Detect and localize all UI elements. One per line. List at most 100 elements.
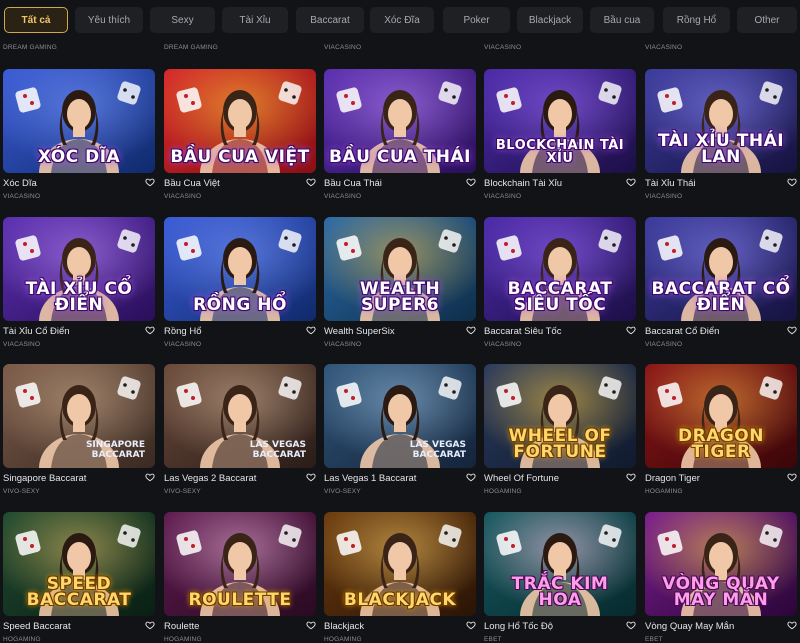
game-card[interactable]: Wealth Super6 Wealth SuperSix VIACASINO [324, 217, 476, 357]
game-thumbnail[interactable]: Baccarat Siêu Tốc [484, 217, 636, 321]
game-thumbnail[interactable]: Speed Baccarat [3, 512, 155, 616]
game-card[interactable]: Dragon Tiger Dragon Tiger HOGAMING [645, 364, 797, 504]
heart-outline-icon[interactable] [787, 177, 797, 187]
game-name[interactable]: Tài Xỉu Thái [645, 178, 775, 189]
game-thumbnail[interactable]: Blockchain Tài Xỉu [484, 69, 636, 173]
heart-outline-icon[interactable] [306, 472, 316, 482]
game-card[interactable]: Bầu Cua Việt Bầu Cua Việt VIACASINO [164, 69, 316, 209]
provider-label: VIVO-SEXY [164, 488, 201, 495]
heart-outline-icon[interactable] [306, 325, 316, 335]
game-card[interactable]: Rồng Hổ Rồng Hổ VIACASINO [164, 217, 316, 357]
tab-bầu-cua[interactable]: Bầu cua [590, 7, 654, 33]
tab-rồng-hổ[interactable]: Rồng Hổ [663, 7, 730, 33]
tab-blackjack[interactable]: Blackjack [517, 7, 583, 33]
game-name[interactable]: Singapore Baccarat [3, 473, 133, 484]
game-name[interactable]: Las Vegas 2 Baccarat [164, 473, 294, 484]
game-card[interactable]: Bầu Cua Thái Bầu Cua Thái VIACASINO [324, 69, 476, 209]
heart-outline-icon[interactable] [787, 472, 797, 482]
game-card[interactable]: Blackjack Blackjack HOGAMING [324, 512, 476, 643]
game-name[interactable]: Vòng Quay May Mắn [645, 621, 775, 632]
game-thumbnail[interactable]: Bầu Cua Việt [164, 69, 316, 173]
heart-outline-icon[interactable] [787, 325, 797, 335]
game-card[interactable]: Trắc Kim Hoa Long Hổ Tốc Độ EBET [484, 512, 636, 643]
heart-outline-icon[interactable] [787, 620, 797, 630]
game-card[interactable]: Xóc Dĩa Xóc Dĩa VIACASINO [3, 69, 155, 209]
thumbnail-title: Trắc Kim Hoa [511, 574, 609, 610]
game-name[interactable]: Blockchain Tài Xỉu [484, 178, 614, 189]
game-thumbnail[interactable]: Las Vegas Baccarat [324, 364, 476, 468]
game-thumbnail[interactable]: Wealth Super6 [324, 217, 476, 321]
heart-outline-icon[interactable] [626, 177, 636, 187]
heart-outline-icon[interactable] [145, 472, 155, 482]
heart-outline-icon[interactable] [306, 620, 316, 630]
game-thumbnail[interactable]: Baccarat Cổ Điển [645, 217, 797, 321]
thumbnail-title: Tài Xỉu Cổ Điển [25, 279, 133, 315]
game-name[interactable]: Bầu Cua Việt [164, 178, 294, 189]
tab-tài-xỉu[interactable]: Tài Xỉu [222, 7, 288, 33]
category-tabs: Tất cả Yêu thích Sexy Tài Xỉu Baccarat Xóc Đĩ… [0, 7, 800, 33]
game-name[interactable]: Dragon Tiger [645, 473, 775, 484]
heart-outline-icon[interactable] [626, 325, 636, 335]
tab-sexy[interactable]: Sexy [150, 7, 215, 33]
game-name[interactable]: Rồng Hổ [164, 326, 294, 337]
game-thumbnail[interactable]: Rồng Hổ [164, 217, 316, 321]
game-card[interactable]: Tài Xỉu Cổ Điển Tài Xỉu Cổ Điển VIACASINO [3, 217, 155, 357]
tab-xóc-đĩa[interactable]: Xóc Đĩa [370, 7, 434, 33]
game-thumbnail[interactable]: Roulette [164, 512, 316, 616]
game-thumbnail[interactable]: Tài Xỉu Cổ Điển [3, 217, 155, 321]
game-thumbnail[interactable]: Blackjack [324, 512, 476, 616]
heart-outline-icon[interactable] [145, 620, 155, 630]
game-name[interactable]: Bầu Cua Thái [324, 178, 454, 189]
game-name[interactable]: Tài Xỉu Cổ Điển [3, 326, 133, 337]
game-name[interactable]: Wheel Of Fortune [484, 473, 614, 484]
game-thumbnail[interactable]: Trắc Kim Hoa [484, 512, 636, 616]
game-card[interactable]: Tài Xỉu Thái Lan Tài Xỉu Thái VIACASINO [645, 69, 797, 209]
heart-outline-icon[interactable] [306, 177, 316, 187]
tab-baccarat[interactable]: Baccarat [296, 7, 364, 33]
game-name[interactable]: Blackjack [324, 621, 454, 632]
heart-outline-icon[interactable] [466, 472, 476, 482]
provider-label: VIACASINO [3, 341, 41, 348]
game-name[interactable]: Roulette [164, 621, 294, 632]
game-name[interactable]: Long Hổ Tốc Độ [484, 621, 614, 632]
game-card[interactable]: Singapore Baccarat Singapore Baccarat VIVO… [3, 364, 155, 504]
heart-outline-icon[interactable] [626, 472, 636, 482]
heart-outline-icon[interactable] [466, 177, 476, 187]
game-card[interactable]: Las Vegas Baccarat Las Vegas 1 Baccarat VI… [324, 364, 476, 504]
provider-label: VIACASINO [484, 193, 522, 200]
tab-poker[interactable]: Poker [443, 7, 510, 33]
game-thumbnail[interactable]: Singapore Baccarat [3, 364, 155, 468]
game-thumbnail[interactable]: Tài Xỉu Thái Lan [645, 69, 797, 173]
game-name[interactable]: Baccarat Siêu Tốc [484, 326, 614, 337]
heart-outline-icon[interactable] [145, 177, 155, 187]
game-name[interactable]: Las Vegas 1 Baccarat [324, 473, 454, 484]
game-card[interactable]: Las Vegas Baccarat Las Vegas 2 Baccarat VI… [164, 364, 316, 504]
heart-outline-icon[interactable] [466, 325, 476, 335]
game-name[interactable]: Speed Baccarat [3, 621, 133, 632]
game-card[interactable]: Vòng Quay May Mắn Vòng Quay May Mắn EBET [645, 512, 797, 643]
top-provider-row: DREAM GAMING DREAM GAMING VIACASINO VIACASI… [0, 44, 800, 54]
game-card[interactable]: Blockchain Tài Xỉu Blockchain Tài Xỉu VIAC… [484, 69, 636, 209]
game-card[interactable]: Baccarat Siêu Tốc Baccarat Siêu Tốc VIACAS… [484, 217, 636, 357]
game-thumbnail[interactable]: Vòng Quay May Mắn [645, 512, 797, 616]
tab-tất-cả[interactable]: Tất cả [4, 7, 68, 33]
game-card[interactable]: Wheel of Fortune Wheel Of Fortune HOGAMING [484, 364, 636, 504]
thumbnail-title: Roulette [188, 590, 292, 610]
heart-outline-icon[interactable] [466, 620, 476, 630]
game-thumbnail[interactable]: Las Vegas Baccarat [164, 364, 316, 468]
game-card[interactable]: Baccarat Cổ Điển Baccarat Cổ Điển VIACASIN… [645, 217, 797, 357]
game-name[interactable]: Wealth SuperSix [324, 326, 454, 337]
game-card[interactable]: Roulette Roulette HOGAMING [164, 512, 316, 643]
heart-outline-icon[interactable] [145, 325, 155, 335]
game-thumbnail[interactable]: Wheel of Fortune [484, 364, 636, 468]
game-card[interactable]: Speed Baccarat Speed Baccarat HOGAMING [3, 512, 155, 643]
game-thumbnail[interactable]: Xóc Dĩa [3, 69, 155, 173]
game-thumbnail[interactable]: Dragon Tiger [645, 364, 797, 468]
game-thumbnail[interactable]: Bầu Cua Thái [324, 69, 476, 173]
provider-label: DREAM GAMING [164, 44, 219, 51]
tab-yêu-thích[interactable]: Yêu thích [75, 7, 143, 33]
tab-other[interactable]: Other [737, 7, 797, 33]
heart-outline-icon[interactable] [626, 620, 636, 630]
game-name[interactable]: Xóc Dĩa [3, 178, 133, 189]
game-name[interactable]: Baccarat Cổ Điển [645, 326, 775, 337]
